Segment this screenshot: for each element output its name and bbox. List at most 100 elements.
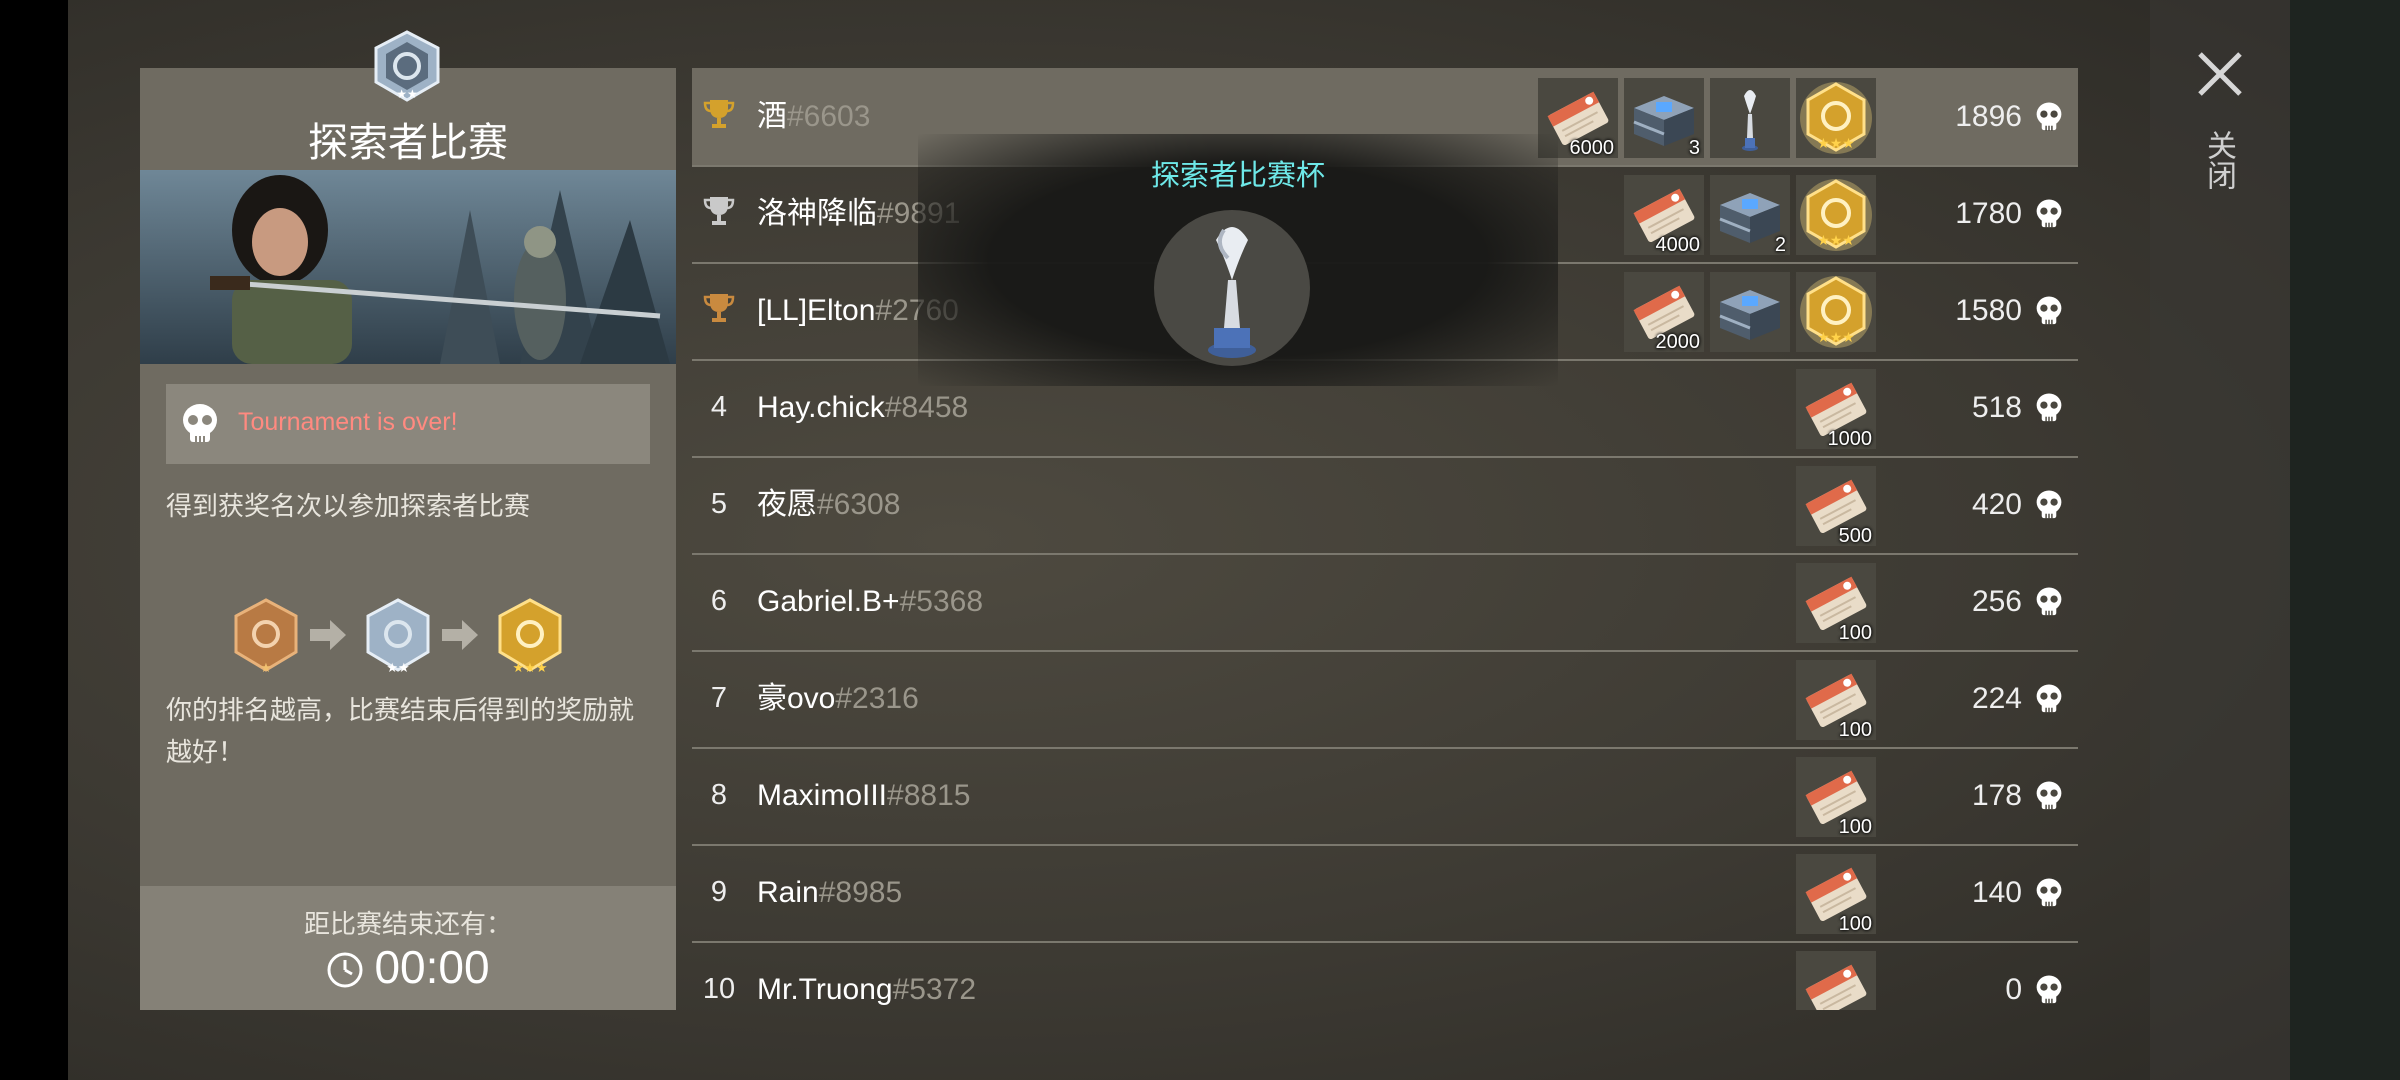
arrow-right-icon xyxy=(310,620,346,650)
ticket-reward-icon[interactable]: 2000 xyxy=(1624,272,1704,353)
ticket-reward-icon[interactable]: 100 xyxy=(1796,757,1876,838)
player-tag: #5372 xyxy=(892,973,977,1006)
player-name[interactable]: 豪ovo#2316 xyxy=(757,650,919,747)
leaderboard-row[interactable]: 6 Gabriel.B+#5368 100 256 xyxy=(692,553,2078,652)
player-name[interactable]: Gabriel.B+#5368 xyxy=(757,553,983,650)
qualify-description: 得到获奖名次以参加探索者比赛 xyxy=(166,492,531,522)
rank-progression: ★ ★★ ★★★ xyxy=(230,596,590,676)
gold-trophy-icon xyxy=(702,96,736,138)
player-name[interactable]: MaximoIII#8815 xyxy=(757,747,970,844)
hero-illustration xyxy=(140,170,676,364)
svg-text:★★: ★★ xyxy=(386,661,409,676)
player-tag: #5368 xyxy=(899,585,984,618)
explorer-cup-icon xyxy=(1154,210,1310,366)
reward-count: 1000 xyxy=(1827,428,1873,450)
score-value: 224 xyxy=(1971,682,2022,715)
rank-cell: 7 xyxy=(692,650,746,747)
rank-cell: 5 xyxy=(692,456,746,553)
player-name[interactable]: Rain#8985 xyxy=(757,844,902,941)
score-value: 1896 xyxy=(1955,100,2022,133)
svg-text:★: ★ xyxy=(260,661,272,676)
leaderboard-row[interactable]: 7 豪ovo#2316 100 224 xyxy=(692,650,2078,749)
close-label[interactable]: 关闭 xyxy=(2200,130,2240,190)
player-name-text: Mr.Truong xyxy=(757,973,893,1006)
skull-icon xyxy=(2034,877,2064,913)
skull-icon xyxy=(2034,295,2064,331)
player-name-text: 酒 xyxy=(757,100,787,133)
leaderboard-row[interactable]: 10 Mr.Truong#5372 0 xyxy=(692,941,2078,1010)
medal-gold-reward-icon[interactable]: ★★★ xyxy=(1796,272,1876,352)
ticket-reward-icon[interactable]: 1000 xyxy=(1796,369,1876,450)
score-value: 256 xyxy=(1971,585,2022,618)
player-tag: #8985 xyxy=(818,876,903,909)
player-name-text: MaximoIII xyxy=(757,779,888,812)
timer-label: 距比赛结束还有： xyxy=(303,910,512,940)
crate-reward-icon[interactable] xyxy=(1710,272,1790,352)
rank-cell: 4 xyxy=(692,359,746,456)
score-value: 420 xyxy=(1971,488,2022,521)
ticket-reward-icon[interactable]: 100 xyxy=(1796,563,1876,644)
ticket-reward-icon[interactable]: 100 xyxy=(1796,660,1876,741)
player-name[interactable]: Mr.Truong#5372 xyxy=(757,941,976,1010)
score-value: 140 xyxy=(1971,876,2022,909)
rank-number: 6 xyxy=(710,585,728,617)
svg-text:★★★: ★★★ xyxy=(1817,136,1855,152)
close-button[interactable] xyxy=(2192,46,2248,102)
skull-icon xyxy=(180,402,220,450)
ticket-reward-icon[interactable]: 100 xyxy=(1796,854,1876,935)
ticket-reward-icon[interactable]: 500 xyxy=(1796,466,1876,547)
rank-number: 7 xyxy=(710,682,728,714)
status-text: Tournament is over! xyxy=(238,408,458,436)
reward-count: 2000 xyxy=(1655,331,1701,353)
bronze-badge-icon: ★ xyxy=(234,598,298,676)
silver-badge-icon: ★★ xyxy=(366,598,430,676)
screen-edge xyxy=(2290,0,2400,1080)
rank-cell xyxy=(692,68,746,165)
reward-count: 500 xyxy=(1838,525,1872,547)
skull-icon xyxy=(2034,780,2064,816)
bronze-trophy-icon xyxy=(702,290,736,332)
skull-icon xyxy=(2034,101,2064,137)
rank-cell: 10 xyxy=(692,941,746,1010)
cup-reward-icon[interactable] xyxy=(1710,78,1790,158)
rank-number: 10 xyxy=(702,973,736,1005)
score-value: 178 xyxy=(1971,779,2022,812)
ticket-reward-icon[interactable]: 4000 xyxy=(1624,175,1704,256)
leaderboard-row[interactable]: 8 MaximoIII#8815 100 178 xyxy=(692,747,2078,846)
crate-reward-icon[interactable]: 2 xyxy=(1710,175,1790,256)
medal-gold-reward-icon[interactable]: ★★★ xyxy=(1796,78,1876,158)
gold-badge-icon: ★★★ xyxy=(498,598,562,676)
reward-count: 100 xyxy=(1838,622,1872,644)
score-value: 1780 xyxy=(1955,197,2022,230)
reward-count: 3 xyxy=(1688,137,1700,159)
leaderboard-row[interactable]: 9 Rain#8985 100 140 xyxy=(692,844,2078,943)
score-value: 518 xyxy=(1971,391,2022,424)
medal-gold-reward-icon[interactable]: ★★★ xyxy=(1796,175,1876,255)
player-name-text: Rain xyxy=(757,876,819,909)
skull-icon xyxy=(2034,392,2064,428)
timer-box: 距比赛结束还有： 00:00 xyxy=(140,886,676,1010)
ticket-reward-icon[interactable] xyxy=(1796,951,1876,1010)
reward-count: 100 xyxy=(1838,816,1872,838)
clock-icon xyxy=(327,952,363,988)
close-icon[interactable] xyxy=(2192,46,2248,102)
skull-icon xyxy=(2034,489,2064,525)
skull-icon xyxy=(2034,198,2064,234)
skull-icon xyxy=(2034,586,2064,622)
leaderboard-row[interactable]: 5 夜愿#6308 500 420 xyxy=(692,456,2078,555)
rank-number: 8 xyxy=(710,779,728,811)
player-tag: #2316 xyxy=(835,682,919,715)
rank-number: 5 xyxy=(710,488,728,520)
player-name-text: 豪ovo xyxy=(757,682,836,715)
rank-cell xyxy=(692,165,746,262)
rank-cell: 6 xyxy=(692,553,746,650)
crate-reward-icon[interactable]: 3 xyxy=(1624,78,1704,159)
reward-description: 你的排名越高，比赛结束后得到的奖励就越好！ xyxy=(166,696,635,768)
player-name[interactable]: 夜愿#6308 xyxy=(757,456,900,553)
player-tag: #8815 xyxy=(887,779,971,812)
tooltip-title: 探索者比赛杯 xyxy=(1150,158,1325,192)
player-name-text: [LL]Elton xyxy=(757,294,876,327)
rank-number: 4 xyxy=(710,391,728,423)
reward-count: 100 xyxy=(1838,719,1872,741)
player-name[interactable]: 酒#6603 xyxy=(757,68,870,165)
